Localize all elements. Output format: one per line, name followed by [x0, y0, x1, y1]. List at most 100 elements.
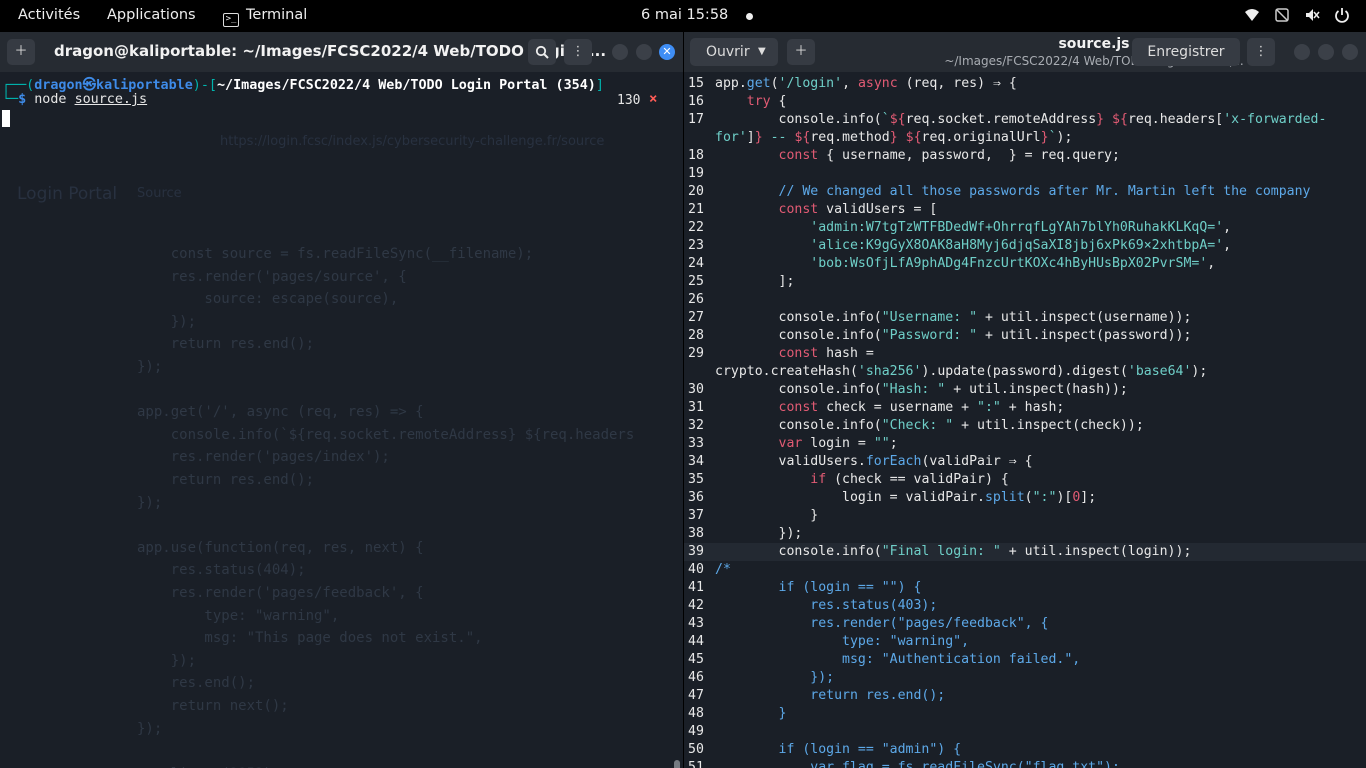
- line-text: console.info("Username: " + util.inspect…: [715, 310, 1192, 325]
- save-button[interactable]: Enregistrer: [1132, 38, 1240, 66]
- ghost-code-line: });: [137, 313, 197, 330]
- line-number: 46: [688, 670, 704, 685]
- code-line[interactable]: 43 res.render("pages/feedback", {: [684, 615, 1366, 633]
- close-icon[interactable]: ✕: [659, 44, 675, 60]
- line-text: for']} -- ${req.method} ${req.originalUr…: [715, 130, 1073, 145]
- code-line[interactable]: 51 var flag = fs.readFileSync("flag.txt"…: [684, 759, 1366, 768]
- command: node: [34, 92, 67, 107]
- code-line[interactable]: 22 'admin:W7tgTzWTFBDedWf+OhrrqfLgYAh7bl…: [684, 219, 1366, 237]
- line-number: 20: [688, 184, 704, 199]
- code-line[interactable]: 27 console.info("Username: " + util.insp…: [684, 309, 1366, 327]
- line-text: const { username, password, } = req.quer…: [778, 148, 1120, 163]
- line-number: 19: [688, 166, 704, 181]
- ghost-code-line: msg: "This page does not exist.",: [137, 630, 483, 647]
- line-number: 25: [688, 274, 704, 289]
- activities-button[interactable]: Activités: [18, 7, 80, 23]
- search-icon[interactable]: [528, 39, 556, 65]
- code-line[interactable]: 35 if (check == validPair) {: [684, 471, 1366, 489]
- code-line[interactable]: 45 msg: "Authentication failed.",: [684, 651, 1366, 669]
- code-line[interactable]: 39 console.info("Final login: " + util.i…: [684, 543, 1366, 561]
- line-number: 37: [688, 508, 704, 523]
- code-line[interactable]: for']} -- ${req.method} ${req.originalUr…: [684, 129, 1366, 147]
- code-line[interactable]: 24 'bob:WsOfjLfA9phADg4FnzcUrtKOXc4hByHU…: [684, 255, 1366, 273]
- code-line[interactable]: 32 console.info("Check: " + util.inspect…: [684, 417, 1366, 435]
- code-line[interactable]: 47 return res.end();: [684, 687, 1366, 705]
- code-line[interactable]: 26: [684, 291, 1366, 309]
- maximize-button[interactable]: [636, 44, 652, 60]
- line-number: 49: [688, 724, 704, 739]
- code-view[interactable]: 15 app.get('/login', async (req, res) ⇒ {…: [684, 72, 1366, 768]
- new-document-icon[interactable]: ＋: [787, 39, 815, 65]
- background-window-ghost: https://login.fcsc/index.js/cybersecurit…: [0, 130, 683, 768]
- minimize-button[interactable]: [612, 44, 628, 60]
- terminal-output[interactable]: https://login.fcsc/index.js/cybersecurit…: [0, 72, 683, 768]
- new-tab-icon[interactable]: ＋: [7, 39, 35, 65]
- code-line[interactable]: 40 /*: [684, 561, 1366, 579]
- open-button[interactable]: Ouvrir ▼: [690, 38, 778, 66]
- code-line[interactable]: 49: [684, 723, 1366, 741]
- line-text: console.info("Password: " + util.inspect…: [715, 328, 1192, 343]
- line-number: 39: [688, 544, 704, 559]
- code-line[interactable]: 18 const { username, password, } = req.q…: [684, 147, 1366, 165]
- line-number: 43: [688, 616, 704, 631]
- terminal-scrollbar[interactable]: [674, 760, 680, 768]
- code-line[interactable]: 28 console.info("Password: " + util.insp…: [684, 327, 1366, 345]
- menu-kebab-icon[interactable]: ⋮: [1247, 38, 1275, 66]
- line-number: 36: [688, 490, 704, 505]
- clock[interactable]: 6 mai 15:58: [641, 7, 728, 23]
- code-line[interactable]: 42 res.status(403);: [684, 597, 1366, 615]
- ghost-code-line: return res.end();: [137, 336, 315, 353]
- code-line[interactable]: 34 validUsers.forEach(validPair ⇒ {: [684, 453, 1366, 471]
- maximize-button[interactable]: [1318, 44, 1334, 60]
- ghost-code-line: app.use(function(req, res, next) {: [137, 539, 424, 556]
- close-button[interactable]: [1342, 44, 1358, 60]
- code-line[interactable]: 31 const check = username + ":" + hash;: [684, 399, 1366, 417]
- code-line[interactable]: 23 'alice:K9gGyX8OAK8aH8Myj6djqSaXI8jbj6…: [684, 237, 1366, 255]
- minimize-button[interactable]: [1294, 44, 1310, 60]
- code-line[interactable]: 19: [684, 165, 1366, 183]
- code-line[interactable]: 46 });: [684, 669, 1366, 687]
- line-text: console.info("Hash: " + util.inspect(has…: [715, 382, 1128, 397]
- code-line[interactable]: 25 ];: [684, 273, 1366, 291]
- line-number: 32: [688, 418, 704, 433]
- line-text: }: [715, 706, 787, 721]
- terminal-title: dragon@kaliportable: ~/Images/FCSC2022/4…: [54, 42, 607, 60]
- line-number: 51: [688, 760, 704, 768]
- code-line[interactable]: 36 login = validPair.split(":")[0];: [684, 489, 1366, 507]
- ghost-code-line: res.render('pages/index');: [137, 449, 390, 466]
- code-line[interactable]: 38 });: [684, 525, 1366, 543]
- code-line[interactable]: crypto.createHash('sha256').update(passw…: [684, 363, 1366, 381]
- line-number: 18: [688, 148, 704, 163]
- code-line[interactable]: 44 type: "warning",: [684, 633, 1366, 651]
- line-number: 50: [688, 742, 704, 757]
- line-text: 'alice:K9gGyX8OAK8aH8Myj6djqSaXI8jbj6xPk…: [810, 238, 1232, 253]
- ghost-code-line: res.end();: [137, 675, 256, 692]
- code-line[interactable]: 48 }: [684, 705, 1366, 723]
- line-text: msg: "Authentication failed.",: [715, 652, 1081, 667]
- code-line[interactable]: 15 app.get('/login', async (req, res) ⇒ {: [684, 75, 1366, 93]
- system-tray[interactable]: [1244, 7, 1350, 23]
- line-number: 42: [688, 598, 704, 613]
- line-number: 35: [688, 472, 704, 487]
- line-text: crypto.createHash('sha256').update(passw…: [715, 364, 1208, 379]
- terminal-app-menu[interactable]: >_ Terminal: [223, 7, 307, 27]
- code-line[interactable]: 30 console.info("Hash: " + util.inspect(…: [684, 381, 1366, 399]
- code-line[interactable]: 37 }: [684, 507, 1366, 525]
- code-line[interactable]: 17 console.info(`${req.socket.remoteAddr…: [684, 111, 1366, 129]
- code-line[interactable]: 50 if (login == "admin") {: [684, 741, 1366, 759]
- code-line[interactable]: 16 try {: [684, 93, 1366, 111]
- network-icon: [1275, 8, 1289, 22]
- applications-menu[interactable]: Applications: [107, 7, 196, 23]
- line-number: 34: [688, 454, 704, 469]
- line-number: 41: [688, 580, 704, 595]
- line-text: ];: [715, 274, 795, 289]
- code-line[interactable]: 20 // We changed all those passwords aft…: [684, 183, 1366, 201]
- menu-kebab-icon[interactable]: ⋮: [564, 39, 592, 65]
- code-line[interactable]: 33 var login = "";: [684, 435, 1366, 453]
- code-line[interactable]: 29 const hash =: [684, 345, 1366, 363]
- line-number: 47: [688, 688, 704, 703]
- code-line[interactable]: 21 const validUsers = [: [684, 201, 1366, 219]
- line-text: var flag = fs.readFileSync("flag.txt");: [715, 760, 1120, 768]
- code-line[interactable]: 41 if (login == "") {: [684, 579, 1366, 597]
- line-number: 23: [688, 238, 704, 253]
